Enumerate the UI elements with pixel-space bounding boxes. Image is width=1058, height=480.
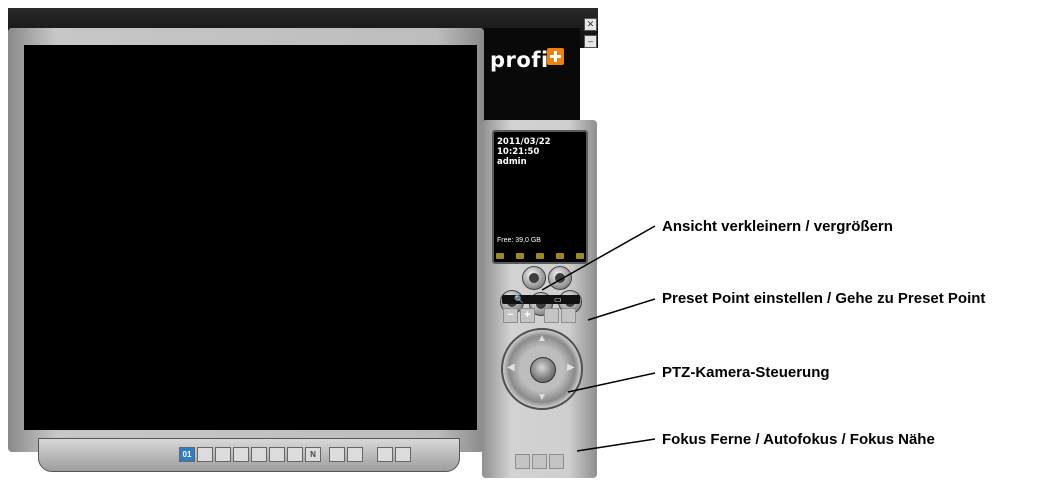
annotation-line-zoom	[541, 225, 656, 291]
annotation-preset-label: Preset Point einstellen / Gehe zu Preset…	[662, 290, 986, 307]
annotation-zoom-label: Ansicht verkleinern / vergrößern	[662, 218, 893, 235]
annotation-focus-label: Fokus Ferne / Autofokus / Fokus Nähe	[662, 431, 935, 448]
annotation-lines	[541, 225, 656, 452]
annotation-line-preset	[587, 298, 656, 321]
annotation-line-focus	[576, 438, 656, 452]
annotation-line-ptz	[567, 372, 656, 393]
annotation-ptz-label: PTZ-Kamera-Steuerung	[662, 364, 830, 381]
